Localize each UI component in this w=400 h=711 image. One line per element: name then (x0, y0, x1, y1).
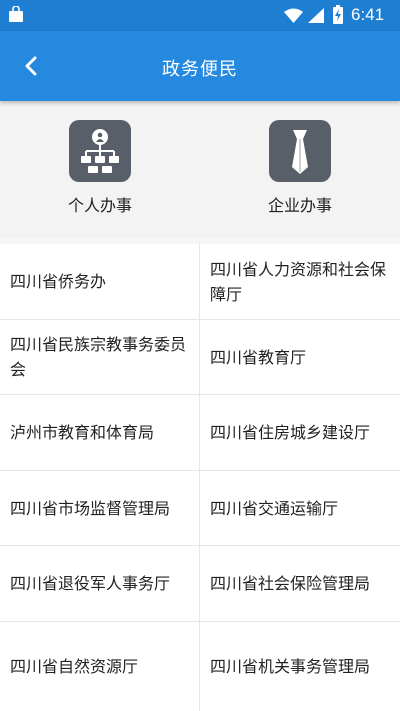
enterprise-affairs-button[interactable]: 企业办事 (240, 120, 360, 220)
department-label: 四川省交通运输厅 (210, 498, 339, 518)
department-item[interactable]: 四川省退役军人事务厅 (0, 546, 200, 622)
personal-affairs-tile (69, 120, 131, 182)
shopping-bag-icon (9, 6, 23, 22)
department-label: 四川省自然资源厅 (10, 657, 139, 676)
battery-charging-icon (333, 5, 343, 24)
department-item[interactable]: 四川省侨务办 (0, 244, 200, 320)
department-item[interactable]: 四川省社会保险管理局 (200, 546, 400, 622)
enterprise-affairs-tile (269, 120, 331, 182)
department-label: 四川省住房城乡建设厅 (210, 423, 371, 442)
department-label: 泸州市教育和体育局 (10, 423, 155, 442)
org-chart-icon (81, 129, 119, 173)
page-title: 政务便民 (162, 59, 238, 80)
department-label: 四川省退役军人事务厅 (10, 574, 171, 593)
department-item[interactable]: 四川省市场监督管理局 (0, 471, 200, 546)
department-item[interactable]: 四川省交通运输厅 (200, 471, 400, 546)
department-label: 四川省机关事务管理局 (210, 657, 371, 676)
department-label: 四川省人力资源和社会保障厅 (210, 259, 387, 304)
department-list: 四川省侨务办 四川省人力资源和社会保障厅 四川省民族宗教事务委员会 四川省教育厅… (0, 244, 400, 711)
department-item[interactable]: 四川省自然资源厅 (0, 622, 200, 711)
wifi-icon (284, 8, 303, 23)
department-item[interactable]: 四川省人力资源和社会保障厅 (200, 244, 400, 320)
status-time: 6:41 (351, 5, 385, 24)
department-label: 四川省侨务办 (10, 272, 107, 291)
department-label: 四川省社会保险管理局 (210, 574, 371, 593)
service-shortcuts: 个人办事 企业办事 (0, 101, 400, 238)
department-item[interactable]: 四川省教育厅 (200, 320, 400, 395)
department-label: 四川省教育厅 (210, 347, 307, 367)
department-item[interactable]: 泸州市教育和体育局 (0, 395, 200, 471)
signal-icon (308, 8, 324, 23)
department-item[interactable]: 四川省机关事务管理局 (200, 622, 400, 711)
department-item[interactable]: 四川省住房城乡建设厅 (200, 395, 400, 471)
personal-affairs-button[interactable]: 个人办事 (40, 120, 160, 220)
department-label: 四川省民族宗教事务委员会 (10, 335, 187, 379)
department-item[interactable]: 四川省民族宗教事务委员会 (0, 320, 200, 395)
status-bar: 6:41 (0, 0, 400, 31)
personal-affairs-label: 个人办事 (67, 196, 132, 215)
necktie-icon (292, 130, 308, 174)
enterprise-affairs-label: 企业办事 (267, 196, 332, 215)
department-label: 四川省市场监督管理局 (10, 498, 171, 518)
app-bar: 政务便民 (0, 31, 400, 101)
